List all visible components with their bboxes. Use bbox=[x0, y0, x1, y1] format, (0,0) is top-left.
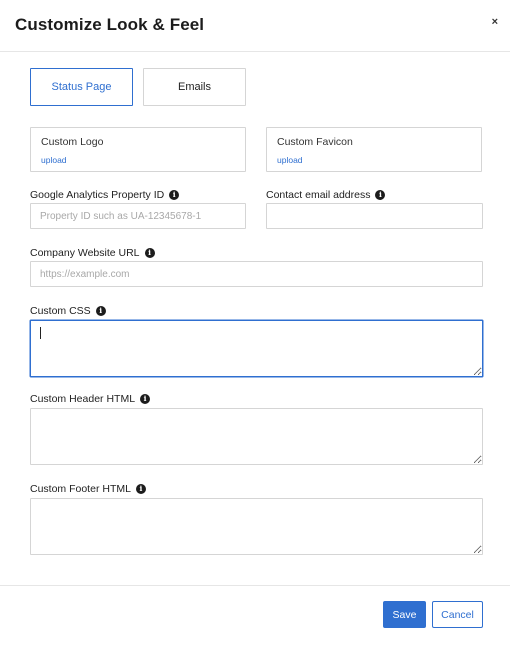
text-caret bbox=[40, 327, 41, 339]
website-url-input[interactable] bbox=[30, 261, 483, 287]
ga-property-label-text: Google Analytics Property ID bbox=[30, 189, 165, 201]
custom-favicon-label: Custom Favicon bbox=[277, 136, 353, 148]
customize-look-feel-modal: Customize Look & Feel × Status Page Emai… bbox=[0, 0, 510, 648]
close-icon[interactable]: × bbox=[492, 16, 498, 28]
footer-divider bbox=[0, 585, 510, 586]
custom-logo-upload-link[interactable]: upload bbox=[41, 155, 67, 165]
ga-property-input[interactable] bbox=[30, 203, 246, 229]
custom-header-label: Custom Header HTML i bbox=[30, 393, 151, 405]
custom-css-label: Custom CSS i bbox=[30, 305, 106, 317]
tab-status-page[interactable]: Status Page bbox=[30, 68, 133, 106]
modal-header: Customize Look & Feel × bbox=[0, 0, 510, 52]
contact-email-input[interactable] bbox=[266, 203, 483, 229]
custom-header-textarea[interactable] bbox=[30, 408, 483, 465]
info-icon[interactable]: i bbox=[135, 484, 146, 494]
save-button[interactable]: Save bbox=[383, 601, 426, 628]
info-icon[interactable]: i bbox=[375, 190, 386, 200]
website-url-label: Company Website URL i bbox=[30, 247, 155, 259]
custom-header-label-text: Custom Header HTML bbox=[30, 393, 136, 405]
contact-email-label-text: Contact email address bbox=[266, 189, 371, 201]
cancel-button[interactable]: Cancel bbox=[432, 601, 483, 628]
contact-email-label: Contact email address i bbox=[266, 189, 386, 201]
tab-emails[interactable]: Emails bbox=[143, 68, 246, 106]
custom-logo-label: Custom Logo bbox=[41, 136, 104, 148]
modal-title: Customize Look & Feel bbox=[15, 15, 205, 34]
info-icon[interactable]: i bbox=[140, 394, 151, 404]
website-url-label-text: Company Website URL bbox=[30, 247, 140, 259]
custom-footer-label-text: Custom Footer HTML bbox=[30, 483, 131, 495]
custom-logo-upload: Custom Logo upload bbox=[30, 127, 246, 172]
info-icon[interactable]: i bbox=[95, 306, 106, 316]
custom-css-label-text: Custom CSS bbox=[30, 305, 91, 317]
custom-favicon-upload: Custom Favicon upload bbox=[266, 127, 482, 172]
custom-footer-label: Custom Footer HTML i bbox=[30, 483, 146, 495]
info-icon[interactable]: i bbox=[169, 190, 180, 200]
custom-footer-textarea[interactable] bbox=[30, 498, 483, 555]
custom-favicon-upload-link[interactable]: upload bbox=[277, 155, 303, 165]
ga-property-label: Google Analytics Property ID i bbox=[30, 189, 180, 201]
custom-css-textarea[interactable] bbox=[30, 320, 483, 377]
info-icon[interactable]: i bbox=[144, 248, 155, 258]
